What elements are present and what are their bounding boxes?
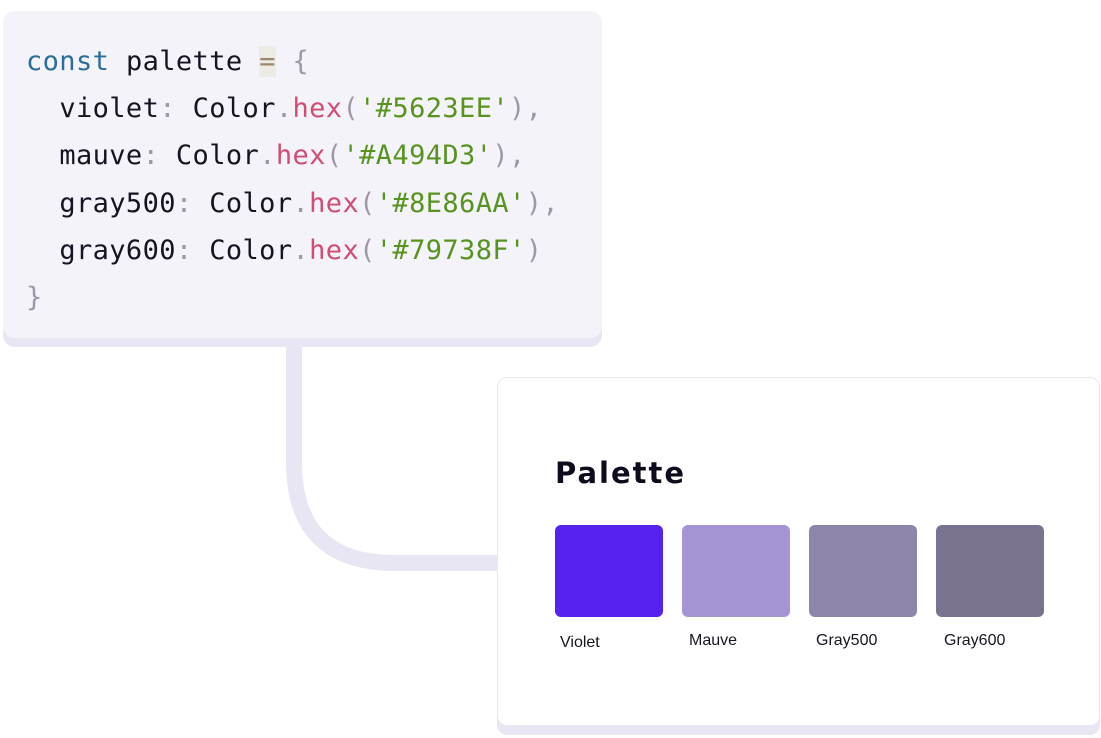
open-paren: ( (359, 187, 376, 219)
swatch-label-violet: Violet (560, 634, 600, 651)
dot: . (275, 93, 293, 125)
code-block: const palette = { violet: Color.hex('#56… (26, 38, 559, 321)
class-name: Color (192, 93, 276, 125)
method-name: hex (292, 93, 343, 125)
swatch-label-gray500: Gray500 (816, 632, 878, 649)
variable-name: palette (125, 46, 243, 77)
code-snippet-card: const palette = { violet: Color.hex('#56… (3, 11, 602, 338)
hex-string: '#8E86AA' (375, 187, 526, 219)
open-brace: { (292, 46, 310, 77)
property-key: violet (59, 93, 160, 125)
colon: : (142, 140, 160, 172)
colon: : (175, 187, 193, 219)
class-name: Color (209, 234, 293, 266)
close-paren: ), (525, 187, 559, 219)
hex-string: '#79738F' (375, 234, 526, 266)
swatch-violet (555, 525, 663, 617)
close-brace: } (26, 281, 43, 313)
open-paren: ( (325, 140, 343, 172)
swatch-label-mauve: Mauve (689, 632, 738, 649)
open-paren: ( (342, 93, 360, 125)
code-line-declaration: const palette = { (26, 38, 559, 85)
hex-string: '#A494D3' (342, 140, 493, 172)
close-paren: ), (509, 93, 543, 125)
method-name: hex (275, 140, 326, 172)
swatch-mauve (682, 525, 790, 617)
close-paren: ), (492, 140, 526, 172)
code-line-gray600: gray600: Color.hex('#79738F') (26, 227, 559, 274)
swatch-gray600 (936, 525, 1044, 617)
class-name: Color (175, 140, 260, 172)
method-name: hex (309, 187, 360, 219)
dot: . (259, 140, 276, 172)
dot: . (292, 187, 310, 219)
palette-title: Palette (555, 456, 687, 490)
assignment-operator: = (259, 46, 276, 77)
property-key: gray500 (59, 187, 176, 219)
code-line-mauve: mauve: Color.hex('#A494D3'), (26, 132, 559, 179)
hex-string: '#5623EE' (359, 93, 510, 125)
colon: : (159, 93, 176, 125)
property-key: gray600 (59, 234, 176, 266)
palette-preview-card: Palette Violet Mauve Gray500 Gray600 (497, 377, 1100, 726)
swatch-label-gray600: Gray600 (944, 632, 1006, 649)
code-line-violet: violet: Color.hex('#5623EE'), (26, 85, 559, 132)
colon: : (175, 234, 193, 266)
code-line-closing: } (26, 274, 559, 321)
open-paren: ( (359, 234, 376, 266)
keyword-const: const (26, 46, 110, 77)
class-name: Color (209, 187, 293, 219)
property-key: mauve (59, 140, 143, 172)
dot: . (292, 234, 310, 266)
code-line-gray500: gray500: Color.hex('#8E86AA'), (26, 180, 559, 227)
method-name: hex (309, 234, 360, 266)
close-paren: ) (525, 234, 543, 266)
swatch-gray500 (809, 525, 917, 617)
